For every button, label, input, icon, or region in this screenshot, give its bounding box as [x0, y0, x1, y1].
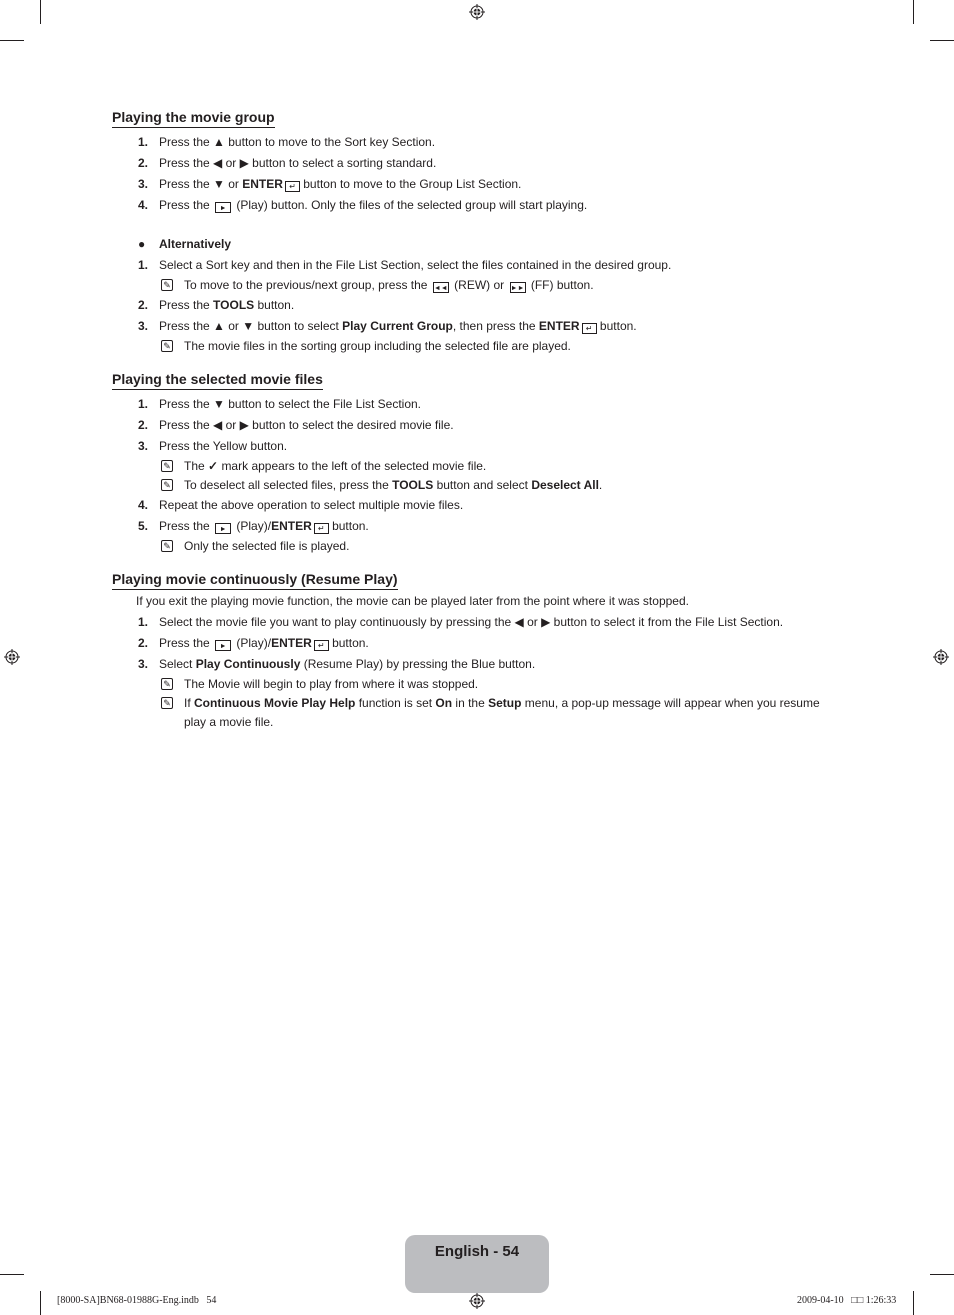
intro-text: If you exit the playing movie function, … — [136, 594, 689, 608]
note: ✎ Only the selected file is played. — [112, 537, 842, 556]
ff-icon: ►► — [509, 282, 526, 293]
registration-mark-icon — [469, 4, 485, 20]
page-number-badge: English - 54 — [405, 1235, 549, 1293]
play-icon: ► — [215, 640, 232, 651]
step: 4. Press the ► (Play) button. Only the fi… — [138, 198, 588, 213]
note-icon: ✎ — [161, 678, 173, 690]
crop-mark — [0, 1274, 24, 1275]
enter-icon: ↵ — [313, 640, 329, 651]
step: 5. Press the ► (Play)/ENTER ↵ button. — [138, 519, 369, 534]
section-title: Playing the movie group — [112, 109, 275, 128]
crop-mark — [930, 1274, 954, 1275]
note-icon: ✎ — [161, 279, 173, 291]
registration-mark-icon — [4, 649, 20, 665]
step: 3. Select Play Continuously (Resume Play)… — [138, 657, 536, 671]
note-icon: ✎ — [161, 460, 173, 472]
step: 2. Press the ◀ or ▶ button to select the … — [138, 418, 454, 432]
section-playing-movie-group: Playing the movie group 1. Press the ▲ bu… — [112, 108, 842, 356]
alternatively-label: ● Alternatively — [138, 237, 232, 251]
step: 3. Press the Yellow button. — [138, 439, 288, 453]
section-playing-selected-files: Playing the selected movie files 1. Press… — [112, 370, 842, 556]
left-right-arrow-icon: ◀ or ▶ — [213, 156, 249, 170]
note: ✎ If Continuous Movie Play Help function … — [112, 694, 842, 732]
up-arrow-icon: ▲ — [213, 135, 225, 149]
registration-mark-icon — [469, 1293, 485, 1309]
step: 1. Select a Sort key and then in the File… — [138, 258, 672, 272]
footer-file-info: [8000-SA]BN68-01988G-Eng.indb 54 — [57, 1295, 217, 1306]
manual-content: Playing the movie group 1. Press the ▲ bu… — [112, 108, 842, 740]
step: 2. Press the TOOLS button. — [138, 298, 295, 312]
enter-icon: ↵ — [581, 323, 597, 334]
step: 1. Press the ▼ button to select the File … — [138, 397, 422, 411]
crop-mark — [930, 40, 954, 41]
footer-timestamp: 2009-04-10 □□ 1:26:33 — [797, 1295, 897, 1306]
note: ✎ The movie files in the sorting group in… — [112, 337, 842, 356]
rew-icon: ◄◄ — [432, 282, 449, 293]
step: 2. Press the ◀ or ▶ button to select a so… — [138, 156, 437, 170]
step: 3. Press the ▼ or ENTER ↵ button to move t… — [138, 177, 522, 192]
note-icon: ✎ — [161, 697, 173, 709]
play-icon: ► — [215, 202, 232, 213]
note-icon: ✎ — [161, 340, 173, 352]
enter-icon: ↵ — [284, 181, 300, 192]
section-resume-play: Playing movie continuously (Resume Play)… — [112, 570, 842, 732]
step: 2. Press the ► (Play)/ENTER ↵ button. — [138, 636, 369, 651]
enter-icon: ↵ — [313, 523, 329, 534]
crop-mark — [40, 1291, 41, 1315]
check-icon: ✓ — [208, 459, 219, 473]
note: ✎ To move to the previous/next group, pre… — [112, 276, 842, 295]
step: 1. Select the movie file you want to play… — [138, 615, 784, 629]
step: 3. Press the ▲ or ▼ button to select Play… — [138, 319, 637, 334]
crop-mark — [913, 0, 914, 24]
note-icon: ✎ — [161, 540, 173, 552]
step: 1. Press the ▲ button to move to the Sort… — [138, 135, 436, 149]
crop-mark — [913, 1291, 914, 1315]
play-icon: ► — [215, 523, 232, 534]
note: ✎ To deselect all selected files, press t… — [112, 476, 842, 495]
step: 4. Repeat the above operation to select m… — [138, 498, 464, 512]
crop-mark — [40, 0, 41, 24]
section-title: Playing the selected movie files — [112, 371, 323, 390]
page-number: English - 54 — [434, 1243, 520, 1260]
note: ✎ The Movie will begin to play from where… — [112, 675, 842, 694]
note-icon: ✎ — [161, 479, 173, 491]
crop-mark — [0, 40, 24, 41]
note: ✎ The ✓ mark appears to the left of the s… — [112, 457, 842, 476]
section-title: Playing movie continuously (Resume Play) — [112, 571, 398, 590]
registration-mark-icon — [933, 649, 949, 665]
